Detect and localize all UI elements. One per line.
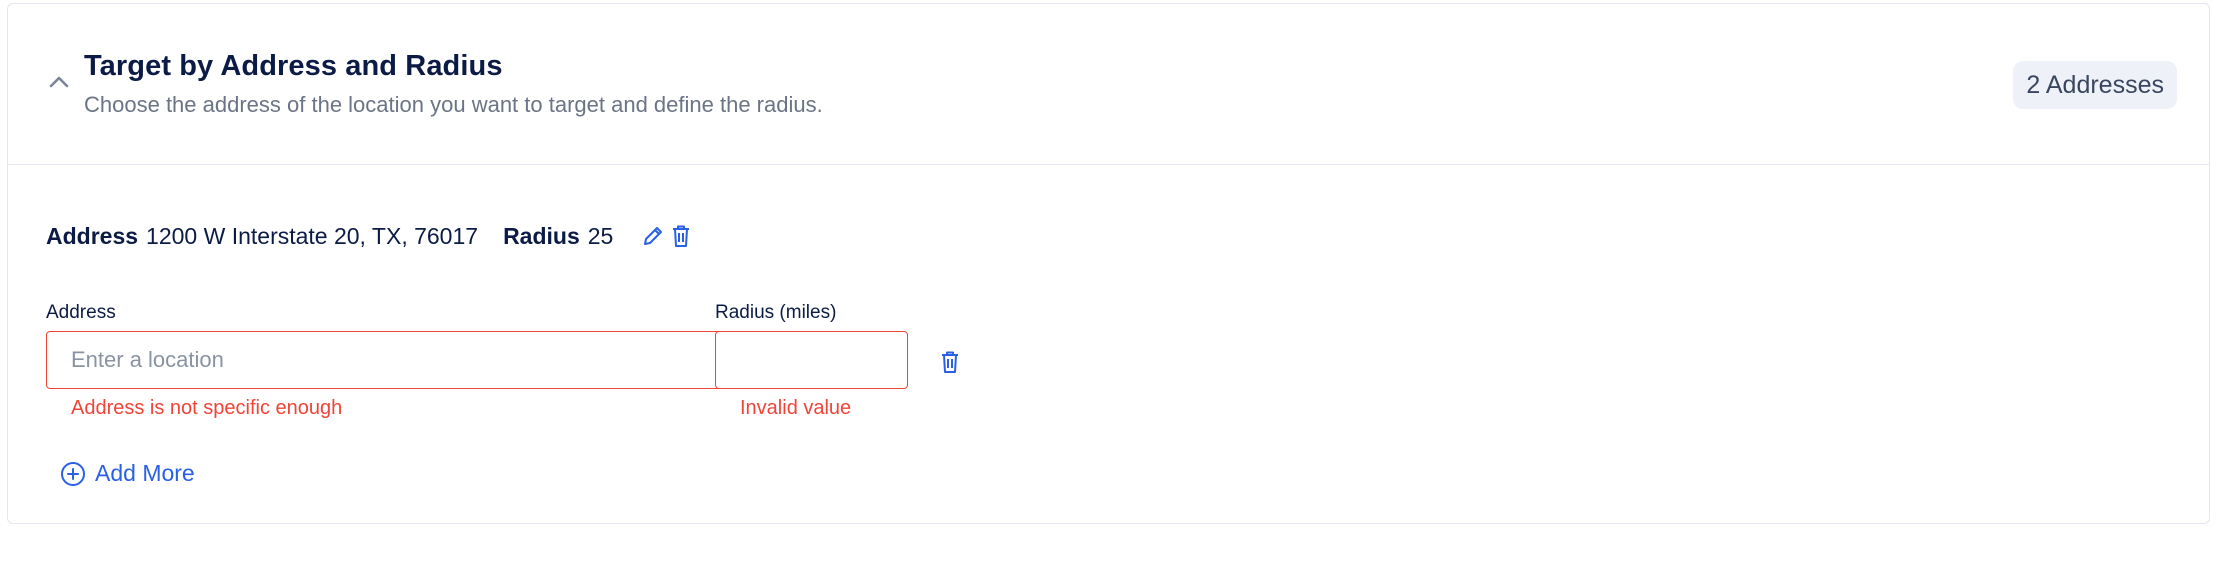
trash-icon[interactable] <box>667 222 695 250</box>
trash-icon[interactable] <box>936 348 964 376</box>
radius-input[interactable] <box>715 331 908 389</box>
section-title: Target by Address and Radius <box>84 50 503 82</box>
plus-circle-icon <box>60 461 86 487</box>
add-more-label: Add More <box>95 460 195 486</box>
section-header[interactable]: Target by Address and Radius Choose the … <box>8 4 2209 165</box>
saved-address-value: 1200 W Interstate 20, TX, 76017 <box>146 222 479 249</box>
saved-address-label: Address <box>46 222 139 249</box>
add-more-button[interactable]: Add More <box>60 460 195 487</box>
chevron-up-icon[interactable] <box>41 64 77 100</box>
address-input[interactable] <box>46 331 724 389</box>
address-count-badge: 2 Addresses <box>2013 61 2177 109</box>
saved-address-row: Address 1200 W Interstate 20, TX, 76017 … <box>46 222 695 250</box>
pencil-icon[interactable] <box>639 222 667 250</box>
radius-field-label: Radius (miles) <box>715 302 837 323</box>
address-error: Address is not specific enough <box>71 397 343 419</box>
section-subtitle: Choose the address of the location you w… <box>84 92 823 117</box>
saved-radius-label: Radius <box>503 222 580 249</box>
address-field-label: Address <box>46 302 116 323</box>
address-radius-card: Target by Address and Radius Choose the … <box>7 3 2210 524</box>
radius-error: Invalid value <box>740 397 852 419</box>
saved-radius-value: 25 <box>587 222 614 249</box>
